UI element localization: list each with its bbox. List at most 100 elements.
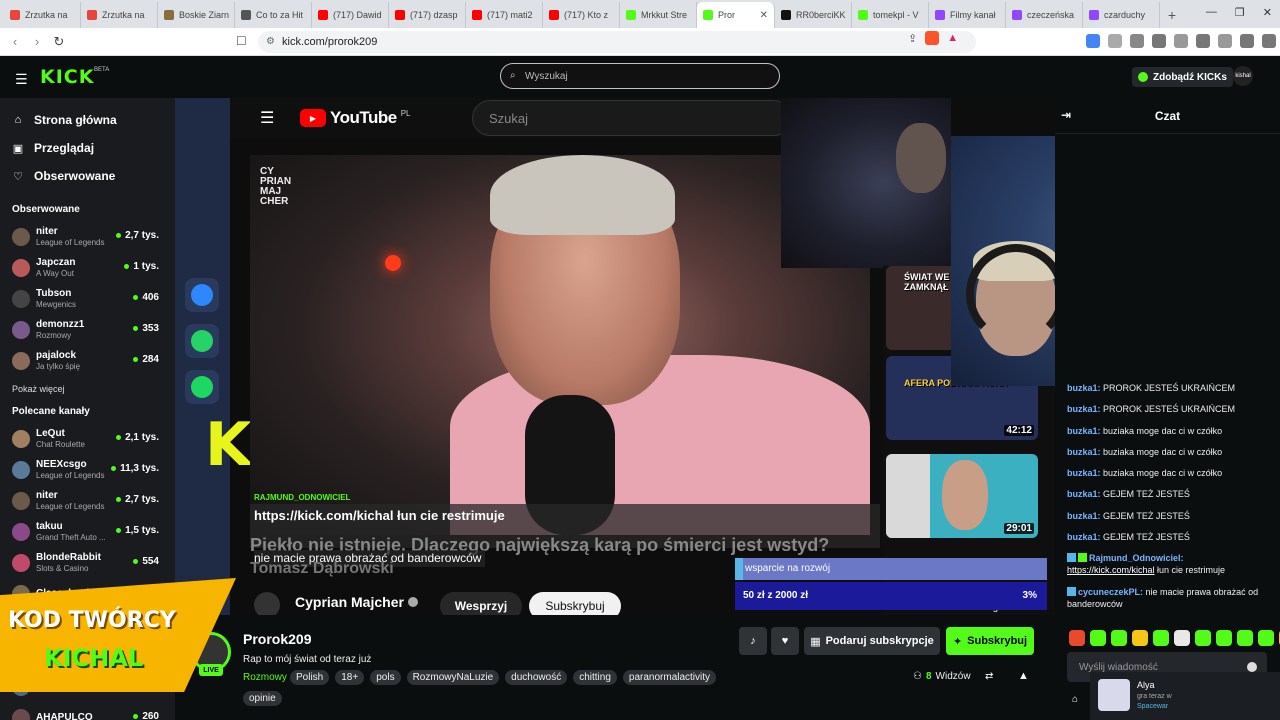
sidebar-channel[interactable]: Tubson Mewgenics 406 — [0, 283, 175, 314]
share-icon[interactable]: ⇪ — [908, 32, 917, 45]
browser-tab[interactable]: (717) Dawid — [312, 2, 389, 28]
minimize-icon[interactable]: — — [1206, 6, 1217, 19]
browser-tab[interactable]: Filmy kanał — [929, 2, 1006, 28]
emote-icon[interactable] — [1090, 630, 1106, 646]
browser-tab[interactable]: tomekpl - V — [852, 2, 929, 28]
forward-icon[interactable]: › — [26, 34, 48, 49]
restore-icon[interactable]: ❐ — [1235, 6, 1245, 19]
sidebar-channel[interactable]: niter League of Legends 2,7 tys. — [0, 221, 175, 252]
sidebar-channel[interactable]: demonzz1 Rozmowy 353 — [0, 314, 175, 345]
browser-tab[interactable]: RR0berciKK — [775, 2, 852, 28]
chat-username[interactable]: Rajmund_Odnowiciel: — [1089, 553, 1184, 563]
browser-tab[interactable]: Mrkkut Stre — [620, 2, 697, 28]
extension-icon[interactable] — [1108, 34, 1122, 48]
tag[interactable]: Polish — [290, 670, 330, 685]
site-info-icon[interactable]: ⚙ — [266, 36, 275, 47]
chat-username[interactable]: buzka1: — [1067, 489, 1101, 499]
new-tab-button[interactable]: + — [1160, 2, 1184, 28]
browser-tab[interactable]: czarduchy — [1083, 2, 1160, 28]
get-kicks-button[interactable]: Zdobądź KICKs — [1132, 67, 1233, 87]
follow-heart-icon[interactable]: ♥ — [771, 627, 799, 655]
sidebar-icon[interactable] — [1174, 34, 1188, 48]
menu-icon[interactable]: ☰ — [15, 71, 28, 88]
emote-icon[interactable] — [1258, 630, 1274, 646]
browser-tab[interactable]: (717) dzasp — [389, 2, 466, 28]
close-tab-icon[interactable]: ✕ — [760, 10, 768, 21]
search-input[interactable]: ⌕ Wyszukaj — [500, 63, 780, 89]
brave-shield-icon[interactable] — [925, 31, 940, 45]
collapse-chat-icon[interactable]: ⇥ — [1061, 108, 1071, 122]
tag[interactable]: pols — [370, 670, 401, 685]
chat-username[interactable]: buzka1: — [1067, 511, 1101, 521]
url-field[interactable]: ⚙ kick.com/prorok209 — [258, 31, 976, 53]
streamer-name[interactable]: Prorok209 — [243, 631, 311, 647]
sidebar-channel[interactable]: niter League of Legends 2,7 tys. — [0, 485, 175, 516]
sidebar-channel[interactable]: LeQut Chat Roulette 2,1 tys. — [0, 423, 175, 454]
emote-icon[interactable] — [1132, 630, 1148, 646]
sidebar-channel[interactable]: NEEXcsgo League of Legends 11,3 tys. — [0, 454, 175, 485]
sidebar-nav-item[interactable]: ♡ Obserwowane — [0, 162, 175, 190]
leo-icon[interactable] — [1218, 34, 1232, 48]
chat-username[interactable]: buzka1: — [1067, 404, 1101, 414]
sidebar-channel[interactable]: BlondeRabbit Slots & Casino 554 — [0, 547, 175, 578]
emote-icon[interactable] — [1153, 630, 1169, 646]
sidebar-nav-item[interactable]: ▣ Przeglądaj — [0, 134, 175, 162]
gift-subscription-button[interactable]: ▦ Podaruj subskrypcje — [804, 627, 940, 655]
steam-friend-toast[interactable]: Alya gra teraz w Spacewar — [1090, 672, 1280, 720]
browser-tab[interactable]: Zrzutka na — [4, 2, 81, 28]
translate-icon[interactable] — [1086, 34, 1100, 48]
stream-video-player[interactable]: K 9 ☰ ▶ YouTube PL Szukaj CY PRIAN MAJ C… — [175, 98, 1055, 615]
sidebar-nav-item[interactable]: ⌂ Strona główna — [0, 106, 175, 134]
gift-icon[interactable]: ⌂ — [1072, 694, 1078, 705]
chat-username[interactable]: buzka1: — [1067, 383, 1101, 393]
share-icon[interactable]: ⇄ — [985, 671, 993, 682]
browser-tab[interactable]: Boskie Ziarn — [158, 2, 235, 28]
sidebar-channel[interactable]: AHAPULCO 260 — [0, 702, 175, 720]
menu-icon[interactable] — [1262, 34, 1276, 48]
extension-icon[interactable] — [1130, 34, 1144, 48]
brave-rewards-icon[interactable]: ▲ — [947, 32, 958, 44]
tag[interactable]: opinie — [243, 691, 282, 706]
browser-tab[interactable]: Co to za Hit — [235, 2, 312, 28]
subscribe-button[interactable]: ✦ Subskrybuj — [946, 627, 1034, 655]
chat-username[interactable]: buzka1: — [1067, 468, 1101, 478]
emote-icon[interactable] — [1069, 630, 1085, 646]
chat-link[interactable]: https://kick.com/kichal — [1067, 565, 1155, 575]
browser-tab[interactable]: Pror ✕ — [697, 2, 775, 28]
reload-icon[interactable]: ↻ — [48, 34, 70, 50]
browser-tab[interactable]: czeczeńska — [1006, 2, 1083, 28]
tag[interactable]: 18+ — [335, 670, 365, 685]
user-avatar[interactable]: kishal — [1233, 66, 1253, 86]
close-window-icon[interactable]: ✕ — [1263, 6, 1272, 19]
sidebar-channel[interactable]: pajalock Ja tylko śpię 284 — [0, 345, 175, 376]
back-icon[interactable]: ‹ — [4, 34, 26, 49]
bookmark-icon[interactable]: ☐ — [236, 34, 247, 48]
sidebar-channel[interactable]: Japczan A Way Out 1 tys. — [0, 252, 175, 283]
tag[interactable]: paranormalactivity — [622, 670, 717, 685]
wallet-icon[interactable] — [1196, 34, 1210, 48]
stream-category[interactable]: Rozmowy — [243, 672, 287, 683]
tag[interactable]: chitting — [573, 670, 617, 685]
show-more-link[interactable]: Pokaż więcej — [0, 376, 175, 402]
chat-username[interactable]: buzka1: — [1067, 447, 1101, 457]
emote-icon[interactable] — [1174, 630, 1190, 646]
browser-tab[interactable]: (717) Kto z — [543, 2, 620, 28]
kick-logo[interactable]: KICK — [40, 66, 94, 88]
emote-icon[interactable] — [1111, 630, 1127, 646]
chat-username[interactable]: cycuneczekPL: — [1078, 587, 1143, 597]
emote-icon[interactable] — [1216, 630, 1232, 646]
emoji-picker-icon[interactable] — [1247, 662, 1257, 672]
chat-username[interactable]: buzka1: — [1067, 532, 1101, 542]
tag[interactable]: duchowość — [505, 670, 568, 685]
music-icon[interactable] — [1152, 34, 1166, 48]
emote-icon[interactable] — [1195, 630, 1211, 646]
notifications-bell-icon[interactable]: ♪ — [739, 627, 767, 655]
report-icon[interactable]: ▲ — [1018, 670, 1029, 682]
emote-icon[interactable] — [1237, 630, 1253, 646]
vpn-icon[interactable] — [1240, 34, 1254, 48]
chat-username[interactable]: buzka1: — [1067, 426, 1101, 436]
browser-tab[interactable]: (717) mati2 — [466, 2, 543, 28]
browser-tab[interactable]: Zrzutka na — [81, 2, 158, 28]
tag[interactable]: RozmowyNaLuzie — [406, 670, 500, 685]
sidebar-channel[interactable]: takuu Grand Theft Auto ... 1,5 tys. — [0, 516, 175, 547]
